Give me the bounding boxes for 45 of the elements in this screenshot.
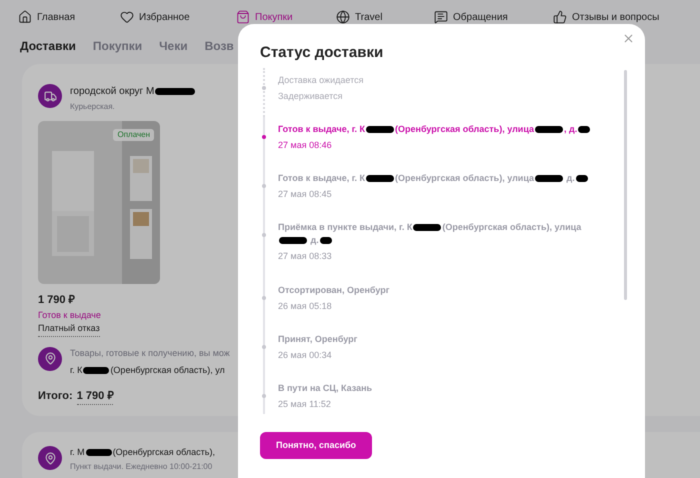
total-amount: 1 790 ₽ xyxy=(76,388,114,405)
event-time: 27 мая 08:33 xyxy=(278,250,333,262)
nav-link[interactable]: Обращения xyxy=(434,10,508,24)
event-time: 25 мая 11:52 xyxy=(278,398,332,410)
event-title: Готов к выдаче, г. К (Оренбургская область), улица , д. xyxy=(278,123,592,136)
pickup-address: г. К (Оренбургская область), ул xyxy=(70,364,225,377)
delivery-type: Курьерская. xyxy=(70,101,115,113)
thumbs-up-icon xyxy=(553,10,567,24)
event-time: Задерживается xyxy=(278,90,344,102)
refund-link[interactable]: Платный отказ xyxy=(38,322,100,336)
nav-link[interactable]: Покупки xyxy=(236,10,293,24)
confirm-button[interactable]: Понятно, спасибо xyxy=(260,432,372,459)
event-title: Приёмка в пункте выдачи, г. К (Оренбургская область), улица д. xyxy=(278,221,582,247)
order-status: Готов к выдаче xyxy=(38,308,101,322)
event-title: Доставка ожидается xyxy=(278,74,364,87)
pickup-address: г. М (Оренбургская область), xyxy=(70,446,215,459)
modal-title: Статус доставки xyxy=(260,43,384,63)
shopping-bag-icon xyxy=(236,10,250,24)
map-pin-icon xyxy=(44,452,56,464)
nav-link[interactable]: Travel xyxy=(336,10,382,24)
nav-link[interactable]: Избранное xyxy=(120,10,190,24)
event-time: 26 мая 00:34 xyxy=(278,349,333,361)
total-label: Итого: xyxy=(38,388,73,404)
price: 1 790 ₽ xyxy=(38,293,75,308)
message-icon xyxy=(434,10,448,24)
event-title: В пути на СЦ, Казань xyxy=(278,382,372,395)
close-icon xyxy=(622,32,635,45)
tab[interactable]: Доставки xyxy=(20,37,76,55)
event-title: Принят, Оренбург xyxy=(278,333,358,346)
event-time: 26 мая 05:18 xyxy=(278,300,333,312)
event-title: Готов к выдаче, г. К (Оренбургская область), улица д. xyxy=(278,172,589,185)
home-icon xyxy=(18,10,32,24)
status-badge: Оплачен xyxy=(113,129,154,141)
map-pin-icon xyxy=(44,352,56,365)
delivery-address: городской округ М xyxy=(70,84,196,99)
event-time: 27 мая 08:45 xyxy=(278,188,333,200)
globe-icon xyxy=(336,10,350,24)
event-title: Отсортирован, Оренбург xyxy=(278,284,390,297)
pickup-hours: Пункт выдачи. Ежедневно 10:00-21:00 xyxy=(70,460,212,472)
nav-link[interactable]: Отзывы и вопросы xyxy=(553,10,660,24)
heart-icon xyxy=(120,10,134,24)
nav-link[interactable]: Главная xyxy=(18,10,76,24)
truck-icon xyxy=(44,90,56,102)
pickup-note: Товары, готовые к получению, вы мож xyxy=(70,346,230,360)
event-time: 27 мая 08:46 xyxy=(278,139,333,151)
